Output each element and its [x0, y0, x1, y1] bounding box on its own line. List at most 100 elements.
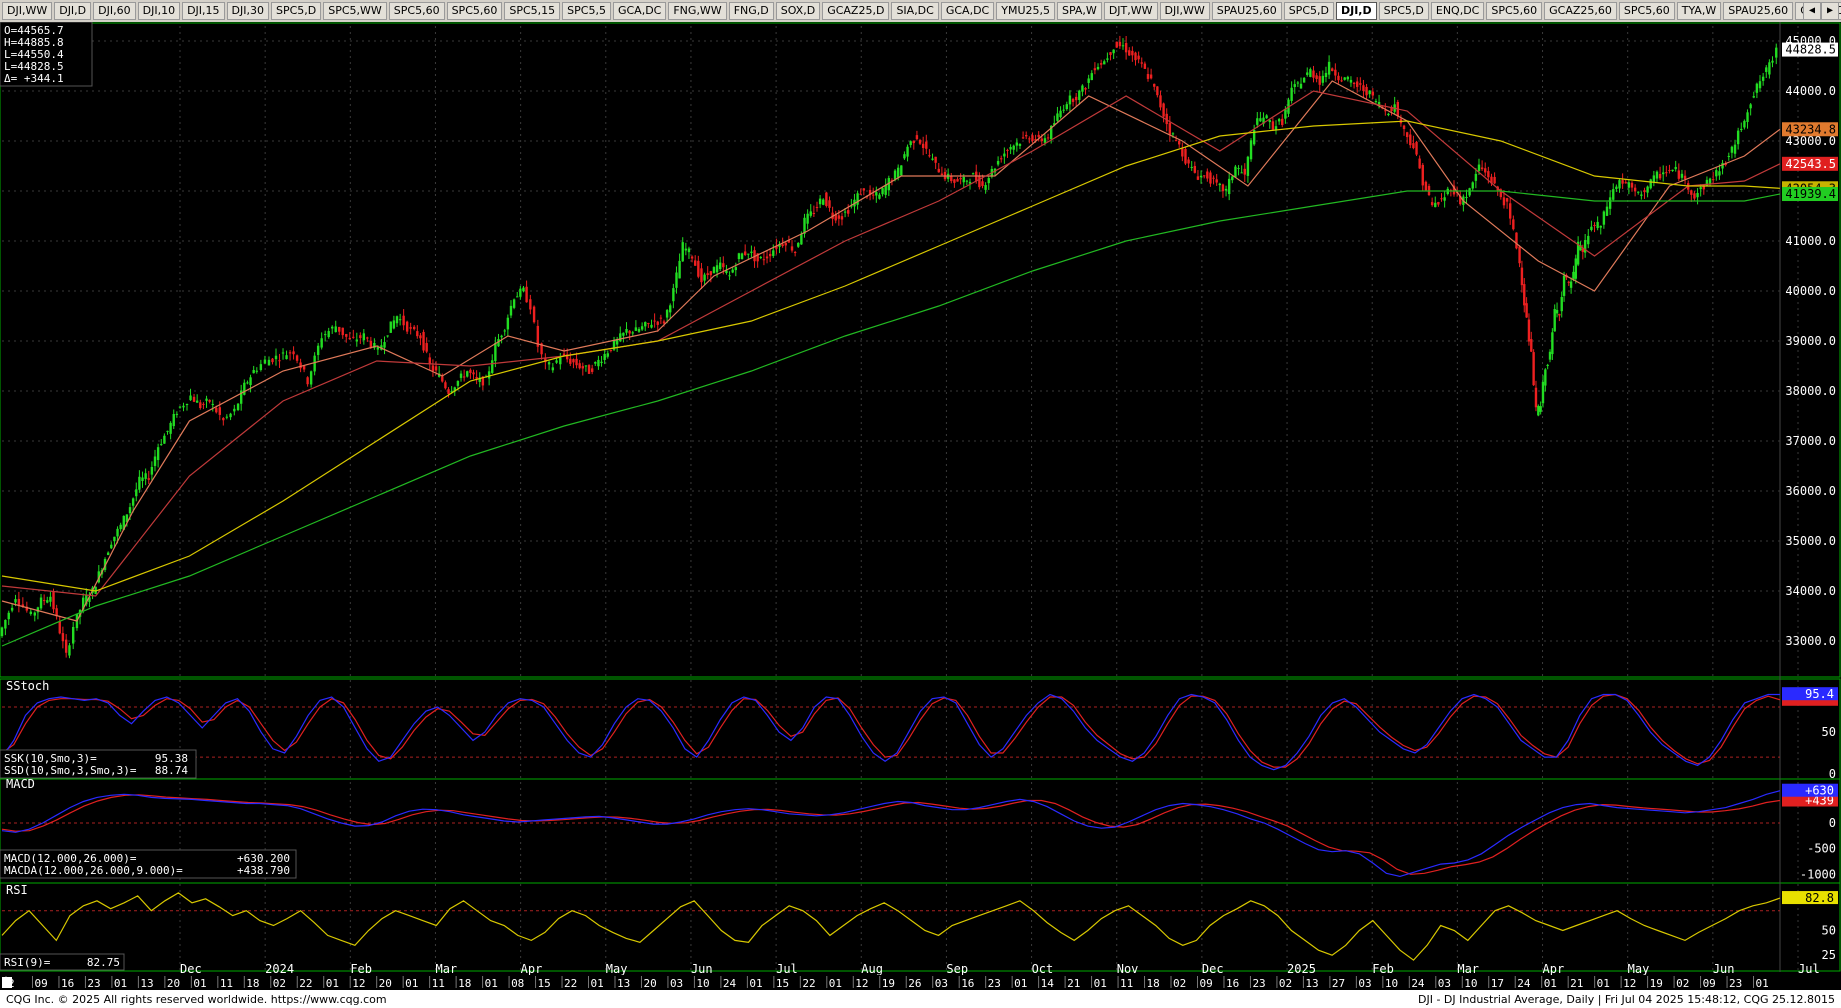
- candle-down: [419, 335, 422, 339]
- candle-up: [896, 167, 900, 178]
- tab-enq-dc[interactable]: ENQ,DC: [1430, 2, 1485, 20]
- candle-up: [172, 413, 175, 427]
- candle-down: [1174, 140, 1178, 142]
- candle-up: [189, 395, 192, 401]
- price-panel[interactable]: [0, 35, 1781, 659]
- tab-dji-15[interactable]: DJI,15: [182, 2, 225, 20]
- tab-dji-10[interactable]: DJI,10: [137, 2, 181, 20]
- candle-up: [1237, 167, 1240, 169]
- candle-down: [1131, 50, 1134, 56]
- candle-down: [862, 188, 866, 191]
- day-label: 15: [776, 977, 789, 990]
- candle-down: [1109, 52, 1112, 55]
- candle-down: [837, 215, 841, 219]
- tab-spc5-15[interactable]: SPC5,15: [504, 2, 561, 20]
- tab-spc5-d[interactable]: SPC5,D: [270, 2, 322, 20]
- rsi-panel[interactable]: [1, 892, 1781, 961]
- candle-up: [334, 326, 337, 333]
- tab-gcaz25-d[interactable]: GCAZ25,D: [822, 2, 890, 20]
- candle-down: [338, 326, 341, 332]
- tab-sia-dc[interactable]: SIA,DC: [891, 2, 939, 20]
- candle-up: [906, 146, 909, 157]
- candle-down: [1711, 179, 1715, 181]
- tab-spc5-d[interactable]: SPC5,D: [1378, 2, 1429, 20]
- candle-down: [472, 372, 475, 375]
- tab-dji-d[interactable]: DJI,D: [1335, 2, 1377, 20]
- candle-down: [981, 181, 984, 186]
- tab-dji-ww[interactable]: DJI,WW: [2, 2, 53, 20]
- month-label: May: [1628, 962, 1650, 976]
- price-axis-label: 40000.0: [1785, 284, 1836, 298]
- tab-spau25-60[interactable]: SPAU25,60: [1211, 2, 1282, 20]
- tab-dji-30[interactable]: DJI,30: [226, 2, 269, 20]
- candle-up: [1434, 202, 1437, 208]
- candle-up: [1599, 225, 1602, 228]
- tab-dji-ww[interactable]: DJI,WW: [1159, 2, 1210, 20]
- candle-up: [491, 360, 494, 373]
- candle-down: [912, 140, 915, 144]
- candle-down: [1149, 74, 1153, 79]
- candle-up: [389, 321, 392, 333]
- tab-spc5-d[interactable]: SPC5,D: [1283, 2, 1334, 20]
- candle-down: [369, 340, 373, 348]
- candle-up: [1775, 47, 1778, 58]
- tab-sox-d[interactable]: SOX,D: [775, 2, 821, 20]
- tab-tya-w[interactable]: TYA,W: [1676, 2, 1722, 20]
- candle-up: [1106, 58, 1109, 60]
- candle-up: [313, 355, 316, 372]
- tab-spa-w[interactable]: SPA,W: [1057, 2, 1102, 20]
- macda-label: MACDA(12.000,26.000,9.000)=: [4, 864, 183, 877]
- tab-spau25-60[interactable]: SPAU25,60: [1723, 2, 1794, 20]
- candle-up: [131, 498, 135, 506]
- tab-gca-dc[interactable]: GCA,DC: [940, 2, 995, 20]
- candle-up: [622, 332, 625, 336]
- candle-up: [740, 253, 744, 260]
- candle-down: [302, 365, 306, 370]
- month-label: Mar: [435, 962, 457, 976]
- tab-spc5-60[interactable]: SPC5,60: [1486, 2, 1543, 20]
- candle-down: [765, 256, 769, 259]
- candle-down: [812, 212, 816, 214]
- day-label: 23: [1729, 977, 1742, 990]
- tab-ymu25-5[interactable]: YMU25,5: [996, 2, 1055, 20]
- candle-up: [1240, 172, 1243, 174]
- candle-up: [71, 626, 75, 644]
- tab-fng-ww[interactable]: FNG,WW: [668, 2, 727, 20]
- candle-up: [1087, 78, 1090, 83]
- tab-dji-d[interactable]: DJI,D: [54, 2, 92, 20]
- tab-djt-ww[interactable]: DJT,WW: [1103, 2, 1158, 20]
- candle-down: [659, 317, 663, 319]
- tab-gcaz25-60[interactable]: GCAZ25,60: [1544, 2, 1617, 20]
- chart-window[interactable]: 45000.044000.043000.042000.041000.040000…: [0, 22, 1841, 990]
- candle-down: [1331, 68, 1334, 71]
- candle-up: [606, 353, 609, 357]
- tab-scroll-left-icon[interactable]: ◀: [1803, 2, 1821, 20]
- tab-spc5-60[interactable]: SPC5,60: [1618, 2, 1675, 20]
- candle-down: [447, 389, 450, 394]
- tab-spc5-ww[interactable]: SPC5,WW: [323, 2, 387, 20]
- tab-spc5-60[interactable]: SPC5,60: [446, 2, 503, 20]
- sstoch-panel[interactable]: [1, 693, 1781, 771]
- candle-down: [872, 194, 875, 196]
- candle-up: [728, 275, 731, 277]
- day-label: 01: [591, 977, 604, 990]
- tab-scroll-right-icon[interactable]: ▶: [1821, 2, 1839, 20]
- candle-down: [1162, 103, 1165, 117]
- tab-spc5-5[interactable]: SPC5,5: [562, 2, 611, 20]
- symbol-tab-bar: DJI,WW DJI,D DJI,60 DJI,10 DJI,15 DJI,30 SPC5,…: [0, 0, 1841, 23]
- tab-dji-60[interactable]: DJI,60: [93, 2, 136, 20]
- indicator-axis-label: -1000: [1800, 867, 1836, 881]
- candle-down: [462, 376, 466, 378]
- chart-canvas[interactable]: 45000.044000.043000.042000.041000.040000…: [0, 22, 1841, 990]
- tab-spc5-60[interactable]: SPC5,60: [388, 2, 445, 20]
- candle-up: [687, 248, 691, 253]
- day-label: 02: [1279, 977, 1292, 990]
- candle-up: [1671, 169, 1674, 172]
- candle-up: [249, 377, 252, 386]
- candle-down: [587, 365, 591, 374]
- candle-down: [1071, 98, 1075, 102]
- indicator-axis-label: 25: [1822, 948, 1836, 962]
- tab-fng-d[interactable]: FNG,D: [728, 2, 774, 20]
- tab-gca-dc[interactable]: GCA,DC: [612, 2, 667, 20]
- candle-down: [1140, 62, 1143, 64]
